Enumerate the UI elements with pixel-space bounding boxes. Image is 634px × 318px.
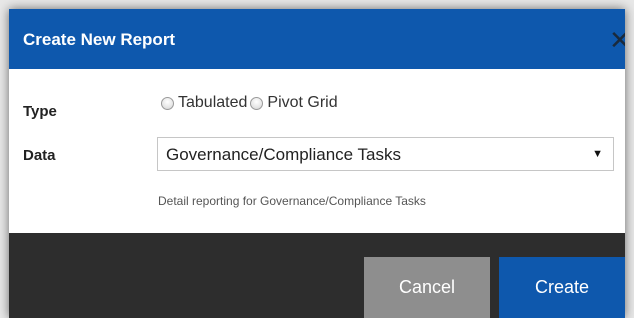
dialog-footer: Cancel Create (9, 233, 625, 318)
data-help-text: Detail reporting for Governance/Complian… (158, 194, 426, 208)
dialog-title: Create New Report (23, 30, 176, 49)
type-label: Type (23, 103, 57, 120)
chevron-down-icon: ▼ (592, 148, 603, 160)
close-icon[interactable]: ✕ (609, 25, 625, 55)
radio-option-pivot-grid[interactable]: Pivot Grid (250, 94, 338, 112)
tabulated-label: Tabulated (178, 94, 248, 111)
type-radio-group: Tabulated Pivot Grid (161, 93, 341, 113)
cancel-button[interactable]: Cancel (364, 257, 490, 318)
pivot-grid-radio[interactable] (250, 96, 264, 110)
create-button[interactable]: Create (499, 257, 625, 318)
data-select-value: Governance/Compliance Tasks (166, 145, 401, 164)
data-select[interactable]: Governance/Compliance Tasks ▼ (157, 137, 614, 171)
tabulated-radio[interactable] (161, 96, 174, 110)
pivot-grid-label: Pivot Grid (267, 94, 338, 111)
radio-option-tabulated[interactable]: Tabulated (161, 94, 247, 112)
create-report-dialog: Create New Report ✕ Type Tabulated Pivot… (9, 9, 625, 318)
data-label: Data (23, 147, 56, 164)
dialog-titlebar: Create New Report ✕ (9, 9, 625, 69)
